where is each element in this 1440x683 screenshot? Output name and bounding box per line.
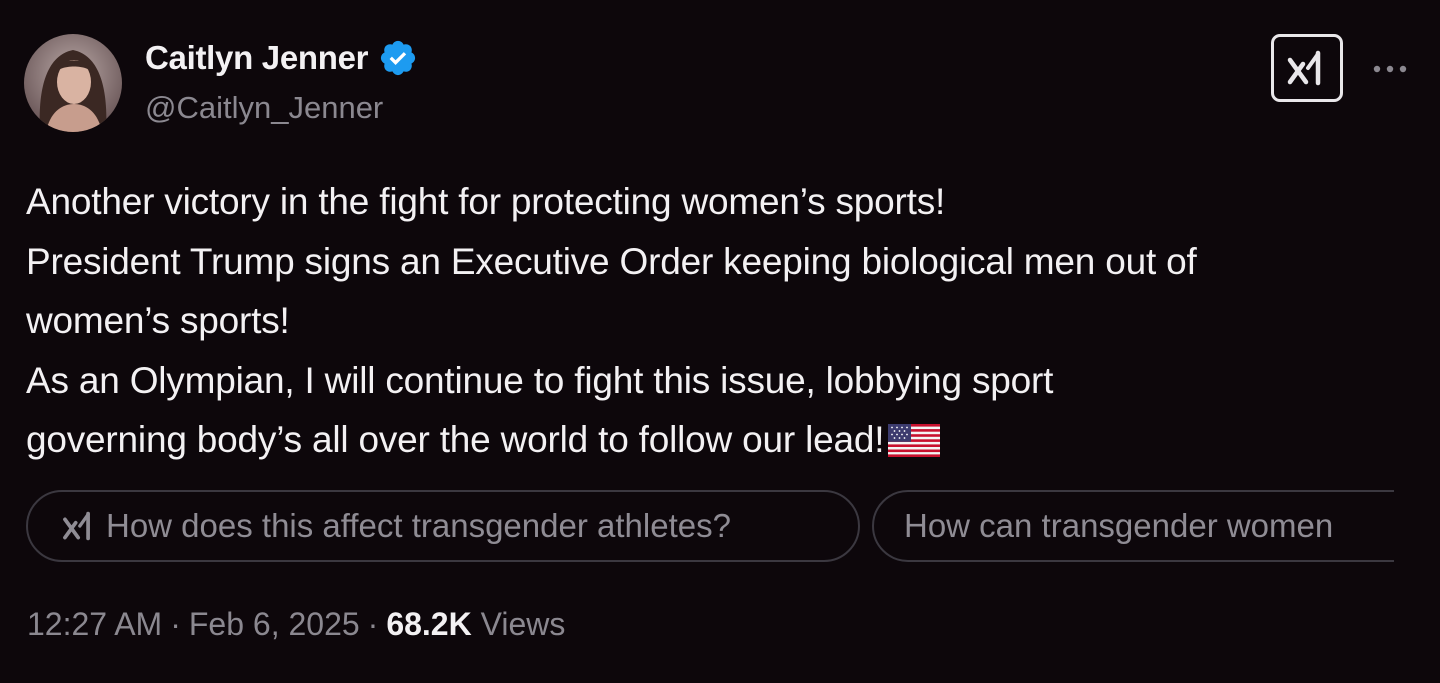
- grok-button[interactable]: [1271, 34, 1343, 102]
- tweet-date[interactable]: Feb 6, 2025: [189, 606, 360, 642]
- more-options-button[interactable]: [1368, 52, 1412, 86]
- separator: ·: [170, 606, 181, 642]
- grok-suggestion-chip[interactable]: How can transgender women: [872, 490, 1394, 562]
- grok-suggestion-label: How can transgender women: [904, 507, 1334, 544]
- author-handle[interactable]: @Caitlyn_Jenner: [145, 90, 383, 126]
- tweet-card: Caitlyn Jenner @Caitlyn_Jenner Another v…: [0, 0, 1440, 683]
- tweet-text: Another victory in the fight for protect…: [26, 172, 1421, 470]
- separator: ·: [367, 606, 379, 642]
- views-count: 68.2K: [386, 606, 472, 642]
- verified-badge-icon: [381, 40, 416, 76]
- grok-logo-icon: [1287, 50, 1321, 86]
- grok-logo-icon: [63, 511, 90, 541]
- grok-suggestion-chip[interactable]: How does this affect transgender athlete…: [26, 490, 860, 562]
- author-name-row: Caitlyn Jenner: [145, 38, 418, 78]
- us-flag-emoji: [888, 424, 941, 457]
- tweet-line: President Trump signs an Executive Order…: [26, 240, 1197, 282]
- tweet-line: Another victory in the fight for protect…: [26, 181, 946, 222]
- grok-suggestions: How does this affect transgender athlete…: [26, 490, 1394, 564]
- tweet-meta: 12:27 AM · Feb 6, 2025 · 68.2K Views: [27, 606, 565, 643]
- views-label: Views: [480, 606, 566, 642]
- tweet-line: women’s sports!: [26, 300, 290, 341]
- tweet-line: governing body’s all over the world to f…: [26, 419, 885, 460]
- tweet-time[interactable]: 12:27 AM: [27, 606, 162, 642]
- tweet-line-with-emoji: governing body’s all over the world to f…: [26, 410, 1421, 470]
- grok-suggestion-label: How does this affect transgender athlete…: [106, 507, 731, 544]
- display-name[interactable]: Caitlyn Jenner: [145, 39, 369, 77]
- avatar-image: [24, 34, 122, 132]
- avatar[interactable]: [24, 34, 122, 132]
- tweet-line: As an Olympian, I will continue to fight…: [26, 359, 1054, 401]
- more-horizontal-icon: [1373, 65, 1407, 73]
